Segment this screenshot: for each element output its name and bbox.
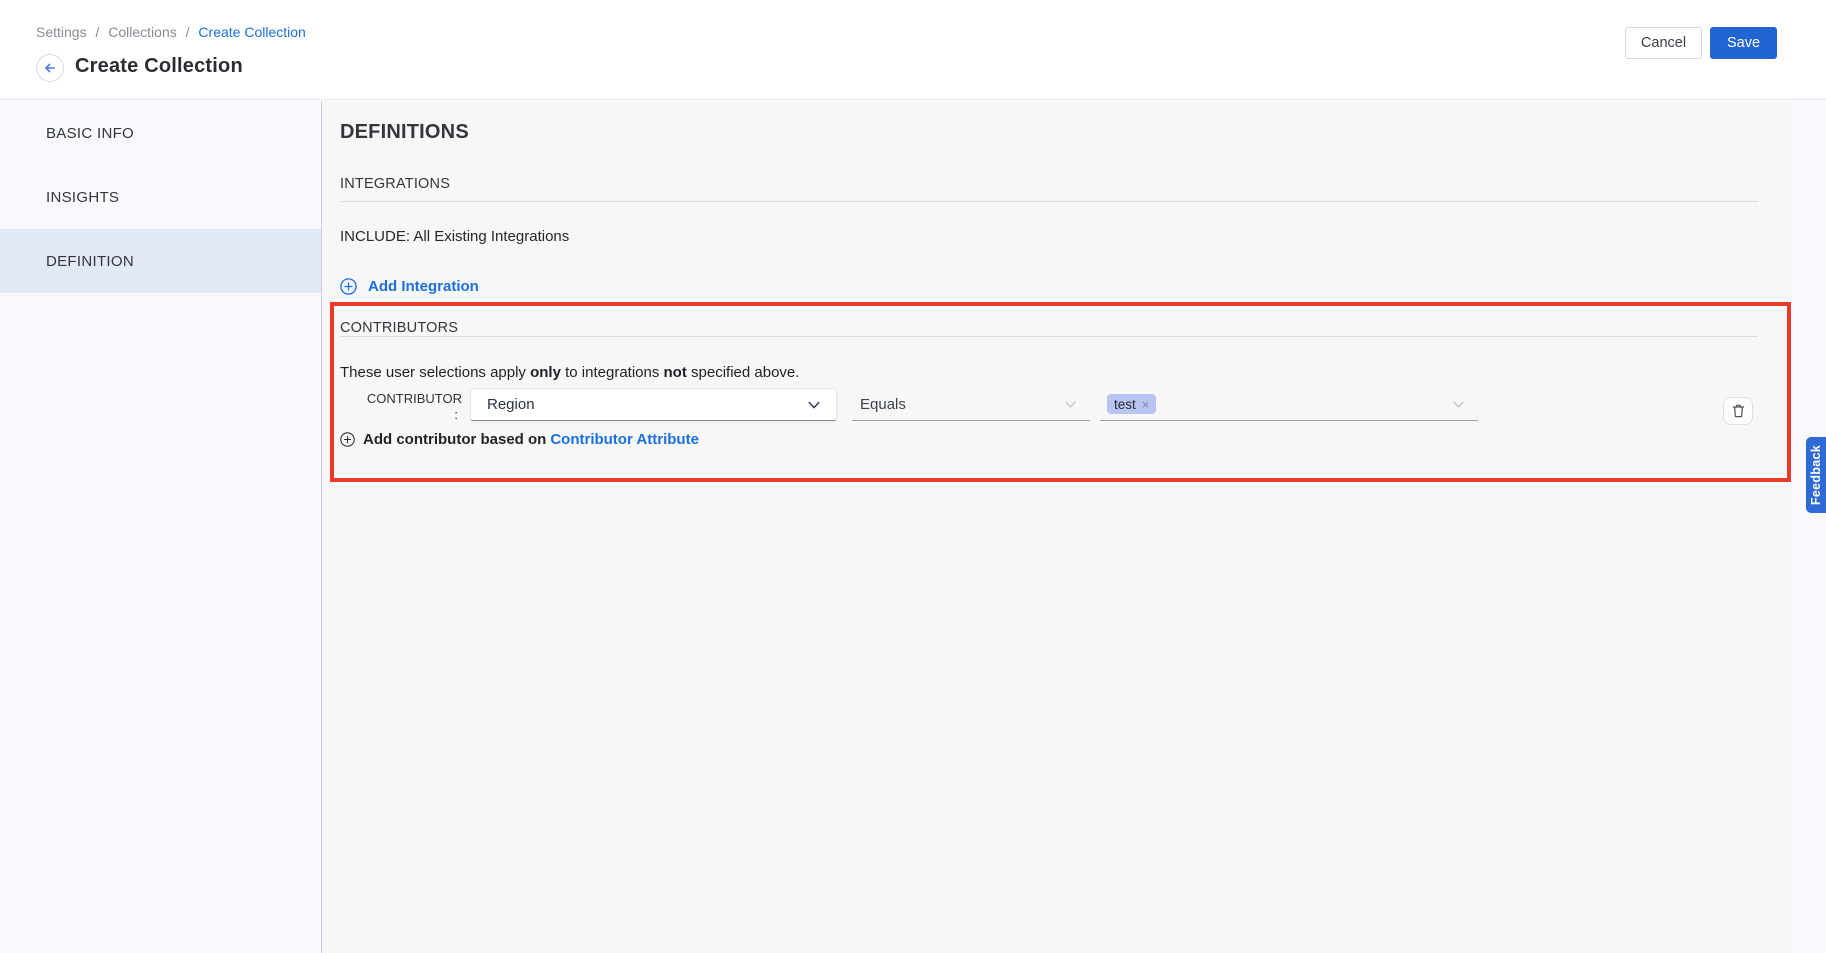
sidebar-item-basic-info[interactable]: BASIC INFO — [0, 101, 321, 165]
contributors-divider — [340, 336, 1758, 337]
breadcrumb-create-collection[interactable]: Create Collection — [198, 24, 305, 40]
contributor-attribute-link[interactable]: Contributor Attribute — [550, 431, 699, 448]
tag-remove-icon[interactable]: × — [1142, 398, 1150, 411]
sidebar-item-insights[interactable]: INSIGHTS — [0, 165, 321, 229]
page-header: Settings / Collections / Create Collecti… — [0, 0, 1826, 100]
delete-contributor-button[interactable] — [1723, 397, 1753, 425]
save-button[interactable]: Save — [1710, 27, 1777, 59]
chevron-down-icon — [1451, 397, 1466, 412]
description-bold-not: not — [664, 364, 687, 381]
add-contributor-row: Add contributor based on Contributor Att… — [340, 431, 699, 448]
back-button[interactable] — [36, 54, 64, 82]
breadcrumb-collections[interactable]: Collections — [108, 24, 176, 40]
cancel-button[interactable]: Cancel — [1625, 27, 1702, 59]
arrow-left-icon — [42, 60, 58, 76]
contributor-attribute-select[interactable]: Region — [470, 388, 837, 421]
chevron-down-icon — [1063, 397, 1078, 412]
feedback-tab[interactable]: Feedback — [1806, 437, 1826, 513]
operator-selected-value: Equals — [860, 396, 1063, 413]
contributor-operator-select[interactable]: Equals — [852, 388, 1090, 421]
circle-plus-icon[interactable] — [340, 432, 355, 447]
value-tag-label: test — [1114, 397, 1136, 412]
integrations-section-label: INTEGRATIONS — [340, 176, 450, 192]
page-title: Create Collection — [75, 55, 243, 78]
breadcrumb-separator: / — [90, 24, 104, 40]
breadcrumb: Settings / Collections / Create Collecti… — [36, 24, 306, 40]
breadcrumb-separator: / — [181, 24, 195, 40]
add-contributor-prefix: Add contributor based on — [363, 431, 546, 448]
sidebar-item-definition[interactable]: DEFINITION — [0, 229, 321, 293]
contributor-value-multiselect[interactable]: test × — [1100, 388, 1478, 421]
circle-plus-icon — [340, 278, 357, 295]
contributor-row-label: CONTRIBUTOR : — [356, 391, 462, 423]
value-tag: test × — [1107, 394, 1156, 414]
add-integration-label: Add Integration — [368, 278, 479, 295]
breadcrumb-settings[interactable]: Settings — [36, 24, 87, 40]
contributors-section-label: CONTRIBUTORS — [340, 320, 458, 336]
contributor-label-text: CONTRIBUTOR — [367, 391, 462, 406]
contributor-label-colon: : — [356, 407, 462, 423]
chevron-down-icon — [806, 397, 822, 413]
description-text: to integrations — [561, 364, 664, 381]
settings-sidebar: BASIC INFO INSIGHTS DEFINITION — [0, 101, 322, 953]
add-integration-button[interactable]: Add Integration — [340, 278, 479, 295]
create-collection-page: Settings / Collections / Create Collecti… — [0, 0, 1826, 953]
feedback-tab-label: Feedback — [1809, 445, 1823, 505]
definitions-heading: DEFINITIONS — [340, 121, 469, 144]
attribute-selected-value: Region — [487, 396, 806, 413]
include-integrations-text: INCLUDE: All Existing Integrations — [340, 228, 569, 245]
description-text: These user selections apply — [340, 364, 530, 381]
description-bold-only: only — [530, 364, 561, 381]
contributors-description: These user selections apply only to inte… — [340, 364, 799, 381]
description-text: specified above. — [687, 364, 800, 381]
integrations-divider — [340, 201, 1758, 202]
trash-icon — [1731, 403, 1746, 419]
